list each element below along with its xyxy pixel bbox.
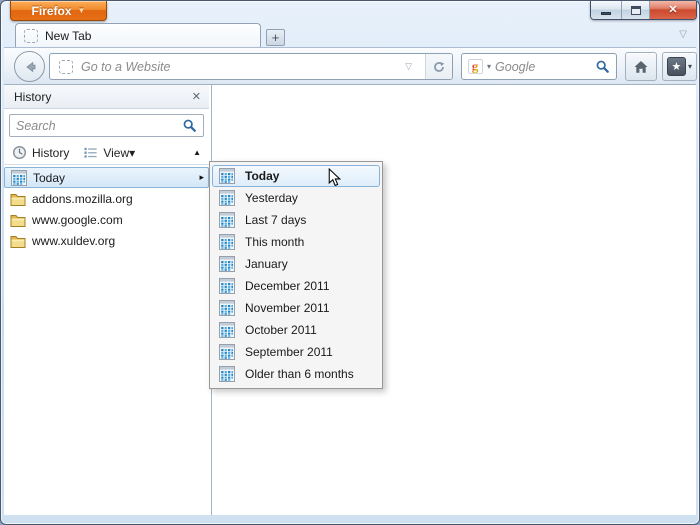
- history-menu-button[interactable]: History: [12, 145, 69, 160]
- tree-item-label: www.google.com: [32, 213, 123, 227]
- maximize-icon: [631, 6, 641, 15]
- collapse-button[interactable]: ▲: [193, 148, 201, 157]
- home-icon: [633, 59, 649, 75]
- sidebar-search: [4, 109, 209, 141]
- firefox-app-menu-label: Firefox: [32, 4, 72, 18]
- search-go-button[interactable]: [595, 59, 610, 74]
- tree-item-folder[interactable]: www.google.com: [4, 209, 209, 230]
- calendar-icon: [219, 366, 235, 382]
- calendar-icon: [219, 278, 235, 294]
- minimize-button[interactable]: [591, 1, 622, 19]
- tree-item-label: Today: [33, 171, 65, 185]
- browser-window: Firefox ▼ ✕ New Tab + ▽ ▽ ▾: [0, 0, 700, 525]
- chevron-down-icon: ▾: [688, 62, 692, 71]
- menu-item-september-2011[interactable]: September 2011: [212, 341, 380, 363]
- url-bar: ▽: [49, 53, 453, 80]
- tree-item-today[interactable]: Today ▸: [4, 167, 209, 188]
- sidebar-search-input[interactable]: [16, 119, 182, 133]
- back-button[interactable]: [14, 51, 45, 82]
- chevron-right-icon: ▸: [199, 172, 204, 183]
- minimize-icon: [601, 12, 611, 15]
- sidebar-toolbar: History View▾ ▲: [4, 141, 209, 165]
- bookmarks-button[interactable]: ★ ▾: [662, 52, 697, 81]
- calendar-icon: [219, 344, 235, 360]
- menu-item-label: Older than 6 months: [245, 367, 354, 381]
- urlbar-dropdown-button[interactable]: ▽: [400, 61, 417, 72]
- sidebar-close-button[interactable]: ✕: [192, 90, 201, 103]
- sidebar-title: History: [14, 90, 192, 104]
- menu-item-label: Yesterday: [245, 191, 298, 205]
- menu-item-january[interactable]: January: [212, 253, 380, 275]
- new-tab-button[interactable]: +: [266, 29, 285, 46]
- maximize-button[interactable]: [622, 1, 650, 19]
- menu-item-label: Last 7 days: [245, 213, 306, 227]
- menu-item-label: October 2011: [245, 323, 317, 337]
- firefox-app-menu-button[interactable]: Firefox ▼: [10, 1, 107, 21]
- search-icon: [182, 118, 197, 133]
- tab-new-tab[interactable]: New Tab: [15, 23, 261, 47]
- search-input[interactable]: [495, 60, 591, 74]
- google-logo-icon[interactable]: [468, 59, 483, 74]
- chevron-down-icon: ▼: [78, 6, 86, 15]
- favicon-placeholder-icon: [24, 29, 38, 43]
- folder-icon: [10, 233, 26, 249]
- folder-icon: [10, 212, 26, 228]
- clock-icon: [12, 145, 27, 160]
- menu-item-last-7-days[interactable]: Last 7 days: [212, 209, 380, 231]
- view-menu-label: View▾: [103, 146, 135, 160]
- site-identity-placeholder-icon: [59, 60, 73, 74]
- home-button[interactable]: [625, 52, 657, 81]
- star-icon: ★: [667, 57, 686, 76]
- list-all-tabs-button[interactable]: ▽: [679, 29, 687, 40]
- menu-item-today[interactable]: Today: [212, 165, 380, 187]
- calendar-icon: [219, 190, 235, 206]
- menu-item-label: December 2011: [245, 279, 330, 293]
- calendar-icon: [11, 170, 27, 186]
- tree-item-folder[interactable]: www.xuldev.org: [4, 230, 209, 251]
- folder-icon: [10, 191, 26, 207]
- history-sidebar: History ✕ History View▾ ▲: [4, 85, 209, 515]
- menu-item-november-2011[interactable]: November 2011: [212, 297, 380, 319]
- reload-icon: [432, 60, 446, 74]
- calendar-icon: [219, 256, 235, 272]
- date-range-popup-menu: Today Yesterday Last 7 days This month J…: [209, 161, 383, 389]
- sidebar-header: History ✕: [4, 85, 209, 109]
- close-icon: ✕: [668, 5, 677, 16]
- menu-item-this-month[interactable]: This month: [212, 231, 380, 253]
- menu-item-label: This month: [245, 235, 304, 249]
- calendar-icon: [219, 168, 235, 184]
- search-engine-dropdown[interactable]: ▾: [487, 62, 491, 71]
- history-tree: Today ▸ addons.mozilla.org www.google.co…: [4, 165, 209, 251]
- window-controls: ✕: [590, 1, 697, 20]
- tab-title: New Tab: [45, 29, 91, 43]
- calendar-icon: [219, 234, 235, 250]
- list-view-icon: [83, 145, 98, 160]
- history-menu-label: History: [32, 146, 69, 160]
- menu-item-label: January: [245, 257, 288, 271]
- menu-item-label: September 2011: [245, 345, 333, 359]
- menu-item-older-than-6-months[interactable]: Older than 6 months: [212, 363, 380, 385]
- close-button[interactable]: ✕: [650, 1, 696, 19]
- menu-item-october-2011[interactable]: October 2011: [212, 319, 380, 341]
- calendar-icon: [219, 212, 235, 228]
- url-input[interactable]: [81, 60, 392, 74]
- menu-item-yesterday[interactable]: Yesterday: [212, 187, 380, 209]
- reload-button[interactable]: [425, 54, 452, 79]
- tree-item-folder[interactable]: addons.mozilla.org: [4, 188, 209, 209]
- calendar-icon: [219, 300, 235, 316]
- navigation-toolbar: ▽ ▾ ★ ▾: [4, 47, 696, 85]
- arrow-left-icon: [22, 59, 38, 75]
- menu-item-label: November 2011: [245, 301, 330, 315]
- menu-item-label: Today: [245, 169, 279, 183]
- view-menu-button[interactable]: View▾: [83, 145, 135, 160]
- tree-item-label: www.xuldev.org: [32, 234, 115, 248]
- calendar-icon: [219, 322, 235, 338]
- tree-item-label: addons.mozilla.org: [32, 192, 133, 206]
- menu-item-december-2011[interactable]: December 2011: [212, 275, 380, 297]
- search-bar: ▾: [461, 53, 617, 80]
